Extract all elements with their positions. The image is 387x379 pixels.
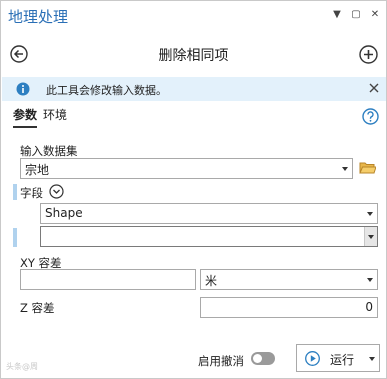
active-row-marker <box>13 228 17 247</box>
input-dataset-label: 输入数据集 <box>20 144 78 158</box>
footer: 启用撤消 运行 <box>1 341 386 377</box>
watermark: 头条@周 <box>6 362 38 371</box>
folder-icon[interactable] <box>359 160 376 175</box>
tab-bar: 参数 环境 <box>13 106 67 128</box>
add-plus-icon[interactable] <box>359 45 378 64</box>
run-button[interactable]: 运行 <box>296 344 380 372</box>
tool-header: 删除相同项 <box>1 35 386 73</box>
fields-label: 字段 <box>20 186 43 200</box>
geoprocessing-pane: 地理处理 ▼ ▢ ✕ 删除相同项 此工具会修改输入数据。 参数 环境 输入数据集… <box>0 0 387 379</box>
z-tolerance-value: 0 <box>365 300 373 314</box>
info-message: 此工具会修改输入数据。 <box>46 84 167 97</box>
enable-undo-label: 启用撤消 <box>198 354 244 368</box>
tab-environments[interactable]: 环境 <box>43 106 67 128</box>
input-dataset-dropdown[interactable]: 宗地 <box>20 158 353 179</box>
xy-tolerance-unit: 米 <box>205 274 218 288</box>
dock-icon[interactable]: ▢ <box>351 9 361 21</box>
fields-marker <box>13 184 17 200</box>
field-row-2-dropdown[interactable] <box>40 226 378 247</box>
z-tolerance-input[interactable]: 0 <box>200 297 378 318</box>
xy-tolerance-unit-dropdown[interactable]: 米 <box>200 269 378 290</box>
chevron-down-icon[interactable] <box>364 227 377 246</box>
help-icon[interactable] <box>362 108 379 125</box>
run-options-chevron-icon[interactable] <box>369 357 375 361</box>
collapse-chevron-icon[interactable] <box>49 184 64 199</box>
pin-dropdown-icon[interactable]: ▼ <box>332 9 342 21</box>
info-icon <box>16 82 30 96</box>
xy-tolerance-input[interactable] <box>20 269 196 290</box>
title-bar: 地理处理 ▼ ▢ ✕ <box>1 1 386 31</box>
input-dataset-value: 宗地 <box>25 163 50 177</box>
info-message-bar: 此工具会修改输入数据。 <box>2 77 386 101</box>
z-tolerance-label: Z 容差 <box>20 301 55 315</box>
tool-title: 删除相同项 <box>158 48 229 64</box>
close-icon[interactable]: ✕ <box>370 9 380 21</box>
tab-parameters[interactable]: 参数 <box>13 106 38 128</box>
field-row-1-dropdown[interactable]: Shape <box>40 203 378 224</box>
chevron-down-icon <box>367 278 373 282</box>
close-icon[interactable] <box>368 82 380 94</box>
run-label: 运行 <box>330 353 355 367</box>
enable-undo-toggle[interactable] <box>251 352 275 365</box>
window-controls: ▼ ▢ ✕ <box>332 9 380 21</box>
chevron-down-icon <box>367 212 373 216</box>
play-icon <box>305 351 320 366</box>
pane-title: 地理处理 <box>8 8 69 26</box>
chevron-down-icon <box>342 167 348 171</box>
field-row-1-value: Shape <box>45 206 83 220</box>
